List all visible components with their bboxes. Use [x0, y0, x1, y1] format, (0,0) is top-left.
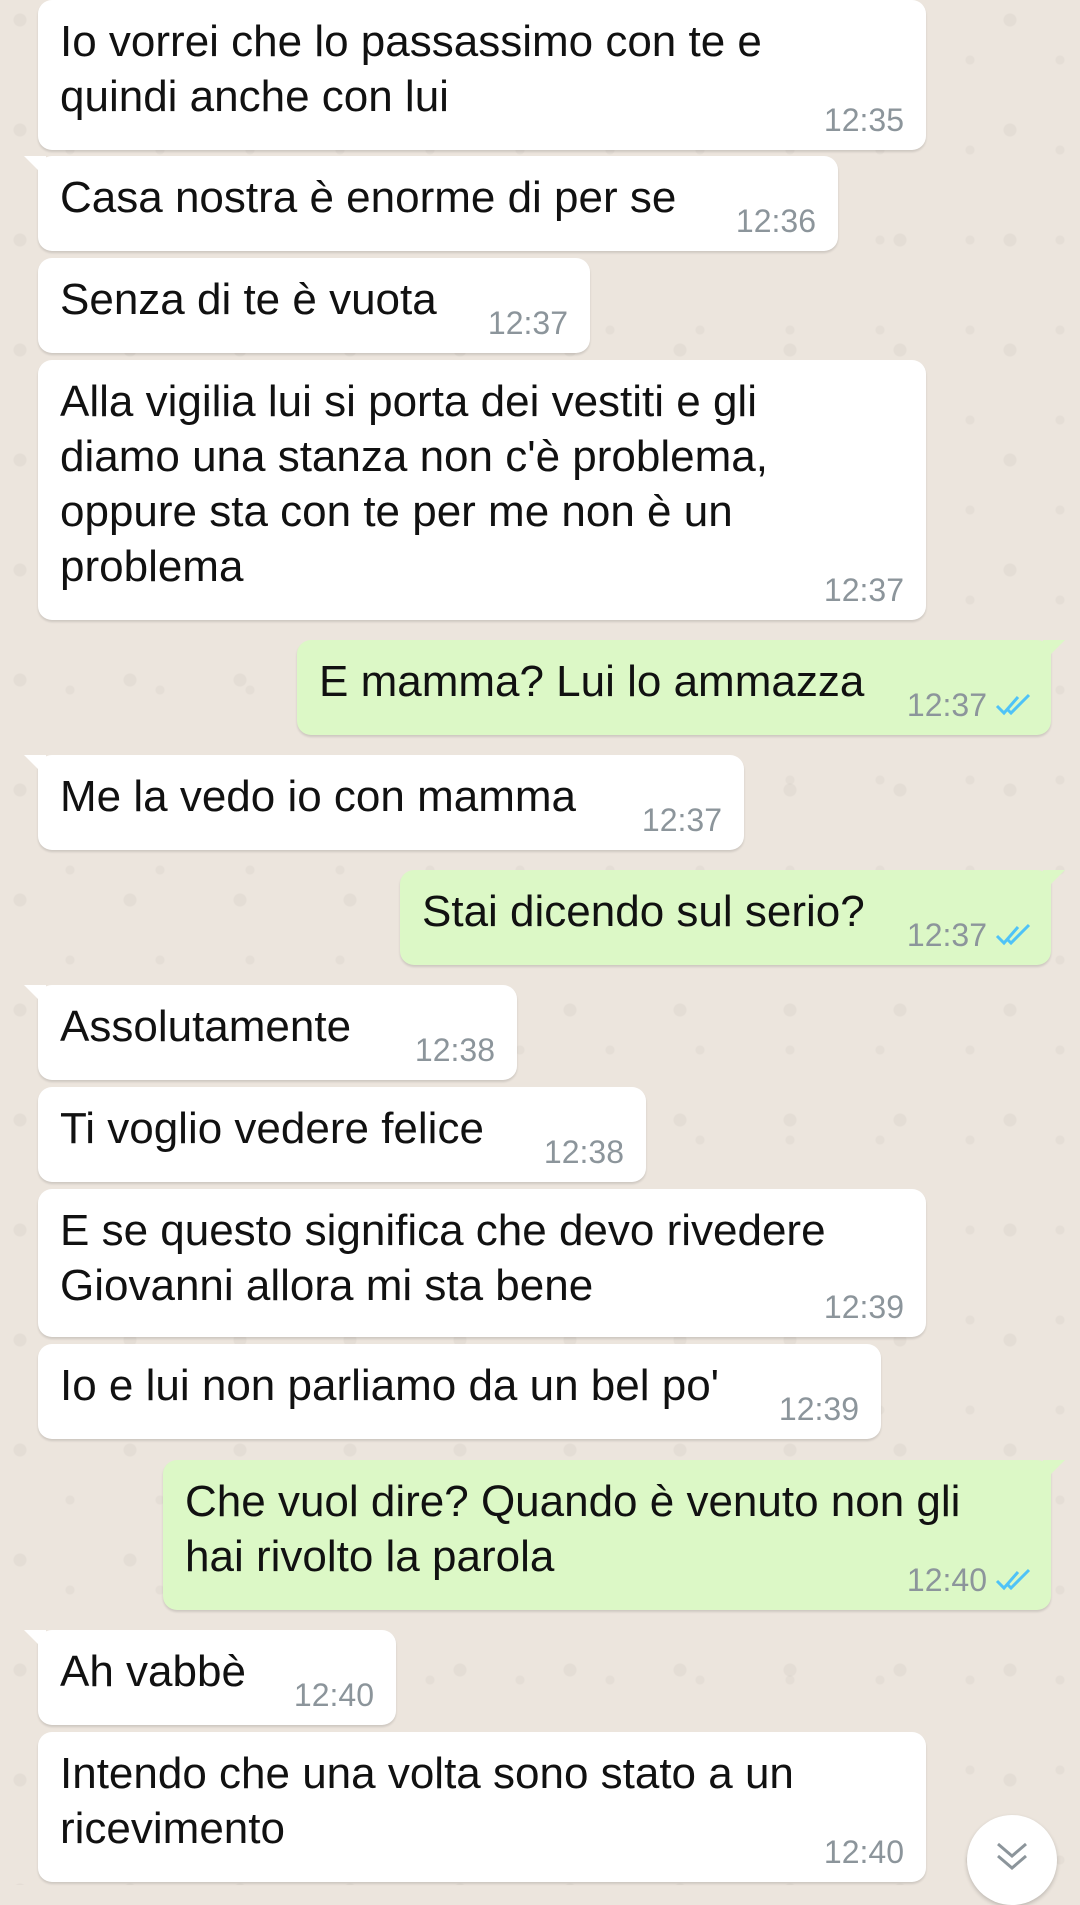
message-bubble-outgoing[interactable]: Che vuol dire? Quando è venuto non gli h… — [163, 1460, 1065, 1610]
message-meta: 12:38 — [544, 1134, 624, 1170]
message-time: 12:39 — [823, 1289, 904, 1325]
double-check-icon — [995, 1568, 1033, 1592]
message-time: 12:40 — [823, 1834, 904, 1870]
message-meta: 12:35 — [824, 102, 904, 138]
message-bubble-incoming[interactable]: Io e lui non parliamo da un bel po' 12:3… — [38, 1344, 881, 1439]
message-time: 12:38 — [543, 1134, 624, 1170]
bubble-tail — [1043, 640, 1065, 662]
message-text: Me la vedo io con mamma — [60, 772, 576, 821]
message-time: 12:40 — [293, 1677, 374, 1713]
scroll-to-bottom-button[interactable] — [967, 1815, 1057, 1905]
message-meta: 12:40 — [824, 1834, 904, 1870]
message-bubble-outgoing[interactable]: Stai dicendo sul serio? 12:37 — [400, 870, 1065, 965]
message-meta: 12:38 — [415, 1032, 495, 1068]
message-bubble-incoming[interactable]: Senza di te è vuota 12:37 — [38, 258, 590, 353]
message-bubble-incoming[interactable]: Assolutamente 12:38 — [24, 985, 517, 1080]
message-bubble-incoming[interactable]: Alla vigilia lui si porta dei vestiti e … — [38, 360, 926, 620]
bubble-tail — [1043, 870, 1065, 892]
message-text: Che vuol dire? Quando è venuto non gli h… — [185, 1477, 961, 1581]
message-bubble-outgoing[interactable]: E mamma? Lui lo ammazza 12:37 — [297, 640, 1065, 735]
message-meta: 12:40 — [907, 1562, 1033, 1598]
message-bubble-incoming[interactable]: Ti voglio vedere felice 12:38 — [38, 1087, 646, 1182]
message-time: 12:37 — [487, 305, 568, 341]
double-check-icon — [995, 693, 1033, 717]
message-text: Casa nostra è enorme di per se — [60, 173, 677, 222]
bubble-tail — [24, 156, 46, 178]
message-text: Intendo che una volta sono stato a un ri… — [60, 1749, 794, 1853]
message-time: 12:38 — [414, 1032, 495, 1068]
message-time: 12:37 — [906, 687, 987, 723]
message-meta: 12:37 — [642, 802, 722, 838]
message-time: 12:37 — [906, 917, 987, 953]
message-meta: 12:37 — [488, 305, 568, 341]
message-meta: 12:39 — [779, 1391, 859, 1427]
message-time: 12:37 — [823, 572, 904, 608]
message-meta: 12:36 — [736, 203, 816, 239]
message-text: Ti voglio vedere felice — [60, 1104, 484, 1153]
message-bubble-incoming[interactable]: Casa nostra è enorme di per se 12:36 — [24, 156, 838, 251]
message-text: Io vorrei che lo passassimo con te e qui… — [60, 17, 762, 121]
message-meta: 12:37 — [907, 917, 1033, 953]
message-list[interactable]: Io vorrei che lo passassimo con te e qui… — [0, 0, 1080, 1885]
bubble-tail — [24, 985, 46, 1007]
double-chevron-down-icon — [992, 1840, 1032, 1881]
message-time: 12:39 — [778, 1391, 859, 1427]
message-time: 12:40 — [906, 1562, 987, 1598]
message-time: 12:35 — [823, 102, 904, 138]
message-bubble-incoming[interactable]: Ah vabbè 12:40 — [24, 1630, 396, 1725]
message-text: E se questo significa che devo rivedere … — [60, 1206, 826, 1310]
message-meta: 12:37 — [824, 572, 904, 608]
message-meta: 12:39 — [824, 1289, 904, 1325]
bubble-tail — [24, 755, 46, 777]
message-time: 12:36 — [735, 203, 816, 239]
message-bubble-incoming[interactable]: Io vorrei che lo passassimo con te e qui… — [38, 0, 926, 150]
message-time: 12:37 — [641, 802, 722, 838]
message-text: Io e lui non parliamo da un bel po' — [60, 1361, 720, 1410]
message-text: Alla vigilia lui si porta dei vestiti e … — [60, 377, 768, 591]
message-meta: 12:37 — [907, 687, 1033, 723]
bubble-tail — [1043, 1460, 1065, 1482]
message-bubble-incoming[interactable]: E se questo significa che devo rivedere … — [38, 1189, 926, 1337]
message-meta: 12:40 — [294, 1677, 374, 1713]
message-bubble-incoming[interactable]: Me la vedo io con mamma 12:37 — [24, 755, 744, 850]
bubble-tail — [24, 1630, 46, 1652]
message-bubble-incoming[interactable]: Intendo che una volta sono stato a un ri… — [38, 1732, 926, 1882]
double-check-icon — [995, 923, 1033, 947]
